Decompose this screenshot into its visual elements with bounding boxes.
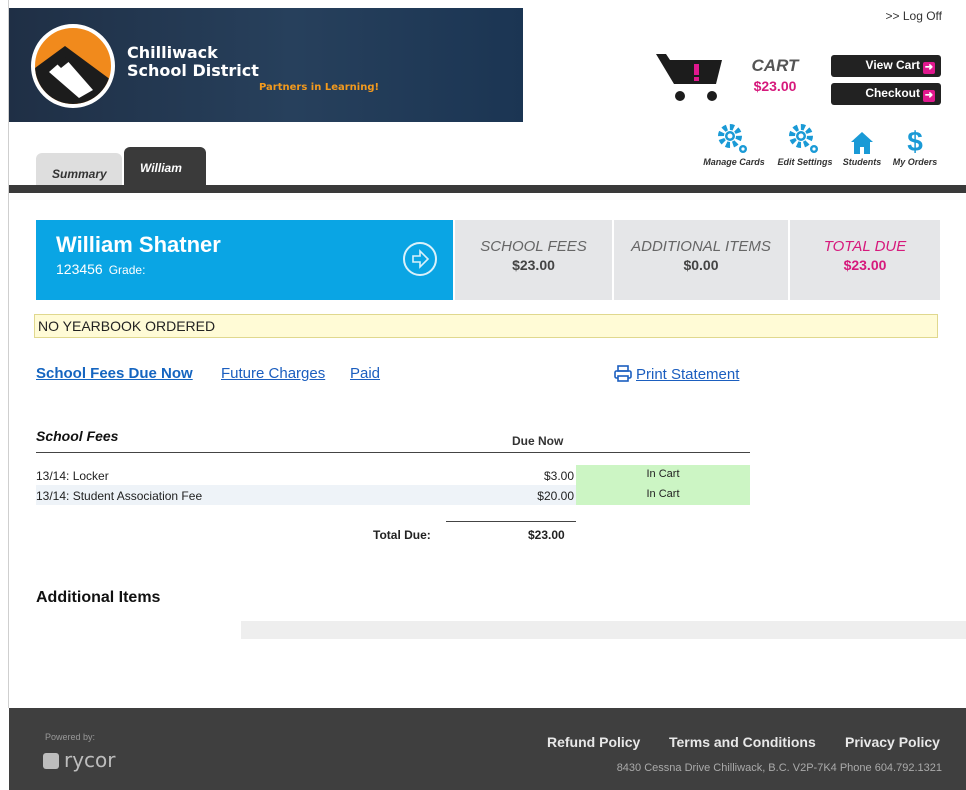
district-logo (31, 24, 115, 108)
additional-items-label: ADDITIONAL ITEMS (631, 238, 771, 255)
additional-items-title: Additional Items (36, 589, 161, 606)
view-cart-label: View Cart (865, 58, 920, 72)
student-id: 123456 (56, 261, 103, 277)
due-now-header: Due Now (512, 434, 564, 448)
gear-icon (718, 124, 747, 153)
total-divider (446, 521, 576, 522)
rycor-badge-icon (43, 753, 59, 769)
school-fees-value: $23.00 (512, 257, 555, 273)
table-row: 13/14: Locker $3.00 In Cart (36, 465, 750, 485)
print-statement-link[interactable]: Print Statement (614, 365, 739, 383)
tab-school-fees-due-now[interactable]: School Fees Due Now (36, 365, 193, 382)
student-info: 123456 Grade: (56, 261, 145, 277)
student-name: William Shatner (56, 232, 221, 257)
view-cart-button[interactable]: View Cart ➜ (831, 55, 941, 77)
total-due-value: $23.00 (843, 257, 887, 273)
print-statement-label: Print Statement (636, 366, 740, 383)
students-button[interactable]: Students (840, 121, 884, 167)
my-orders-label: My Orders (892, 157, 938, 167)
district-banner[interactable]: Chilliwack School District Partners in L… (9, 8, 523, 122)
cart-total: $23.00 (753, 78, 797, 94)
edit-settings-button[interactable]: Edit Settings (773, 121, 837, 167)
house-icon (851, 132, 873, 154)
fee-description: 13/14: Student Association Fee (36, 489, 203, 503)
school-fees-summary: SCHOOL FEES $23.00 (455, 220, 612, 300)
my-orders-button[interactable]: $ My Orders (886, 121, 944, 168)
district-address: 8430 Cessna Drive Chilliwack, B.C. V2P-7… (616, 762, 942, 774)
printer-icon (614, 365, 632, 382)
footer: Powered by: rycor Refund Policy Terms an… (9, 708, 966, 790)
fee-description: 13/14: Locker (36, 469, 109, 483)
cart-icon[interactable] (656, 50, 728, 102)
manage-cards-button[interactable]: Manage Cards (699, 121, 769, 167)
fee-amount: $3.00 (543, 469, 574, 483)
district-tagline: Partners in Learning! (259, 82, 380, 93)
fee-status-badge: In Cart (576, 485, 750, 505)
students-label: Students (842, 157, 882, 167)
student-card[interactable]: William Shatner 123456 Grade: (36, 220, 453, 300)
terms-and-conditions-link[interactable]: Terms and Conditions (669, 734, 816, 750)
tab-future-charges[interactable]: Future Charges (221, 365, 325, 382)
arrow-right-icon: ➜ (923, 62, 935, 74)
fee-status-badge: In Cart (576, 465, 750, 485)
student-grade-label: Grade: (108, 263, 146, 277)
arrow-circle-icon[interactable] (403, 242, 437, 276)
cart-label: CART (751, 56, 799, 75)
district-name-line2: School District (127, 61, 259, 80)
table-row: 13/14: Student Association Fee $20.00 In… (36, 485, 750, 505)
tab-paid[interactable]: Paid (350, 365, 380, 382)
refund-policy-link[interactable]: Refund Policy (547, 734, 640, 750)
additional-items-value: $0.00 (683, 257, 719, 273)
manage-cards-label: Manage Cards (703, 157, 765, 167)
privacy-policy-link[interactable]: Privacy Policy (845, 734, 940, 750)
rycor-logo[interactable]: rycor (43, 748, 116, 772)
powered-by-label: Powered by: (45, 732, 96, 742)
district-name-line1: Chilliwack (127, 43, 218, 62)
tab-bar (9, 185, 966, 193)
additional-items-bar (241, 621, 966, 639)
dollar-icon: $ (907, 126, 923, 157)
school-fees-label: SCHOOL FEES (480, 238, 587, 255)
checkout-button[interactable]: Checkout ➜ (831, 83, 941, 105)
table-divider (36, 452, 750, 453)
school-fees-title: School Fees (36, 428, 119, 444)
total-due-row-value: $23.00 (528, 528, 565, 542)
total-due-label: TOTAL DUE (823, 238, 907, 255)
arrow-right-icon: ➜ (923, 90, 935, 102)
tab-william[interactable]: William (124, 147, 206, 185)
district-name: Chilliwack School District (127, 44, 259, 80)
tab-summary[interactable]: Summary (36, 153, 122, 185)
fee-amount: $20.00 (537, 489, 574, 503)
gear-icon (789, 124, 818, 153)
edit-settings-label: Edit Settings (777, 157, 833, 167)
additional-items-summary: ADDITIONAL ITEMS $0.00 (614, 220, 788, 300)
rycor-brand-text: rycor (64, 748, 116, 772)
total-due-summary: TOTAL DUE $23.00 (790, 220, 940, 300)
checkout-label: Checkout (865, 86, 920, 100)
yearbook-notice: NO YEARBOOK ORDERED (34, 314, 938, 338)
logoff-link[interactable]: >> Log Off (886, 9, 943, 23)
total-due-row-label: Total Due: (373, 528, 431, 542)
